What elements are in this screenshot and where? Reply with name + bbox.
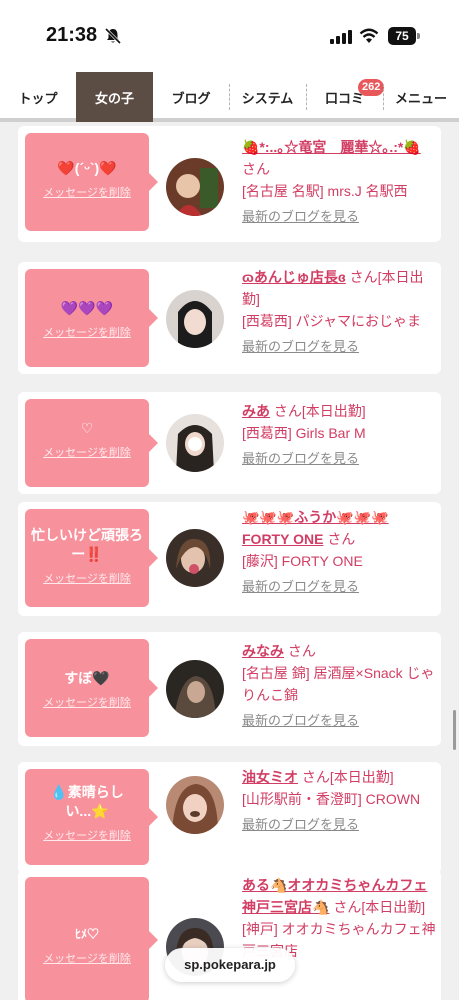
card-info: みあ さん[本日出勤] [西葛西] Girls Bar M 最新のブログを見る [242, 400, 436, 470]
honorific: さん [242, 161, 270, 177]
tab-reviews[interactable]: 口コミ 262 [306, 72, 385, 122]
card-info: ɷあんじゅ店長ɞ さん[本日出勤] [西葛西] パジャマにおじゃま 最新のブログ… [242, 266, 436, 358]
bell-muted-icon [104, 27, 122, 45]
tab-menu[interactable]: メニュー [383, 72, 459, 122]
avatar[interactable] [166, 414, 224, 472]
avatar[interactable] [166, 529, 224, 587]
girl-name-link[interactable]: ɷあんじゅ店長ɞ [242, 269, 346, 285]
attendance-status: [本日出勤] [329, 769, 394, 785]
latest-blog-link[interactable]: 最新のブログを見る [242, 448, 436, 470]
tab-girls[interactable]: 女の子 [76, 72, 153, 122]
list-item: 💜💜💜 メッセージを削除 ɷあんじゅ店長ɞ さん[本日出勤] [西葛西] パジャ… [18, 262, 441, 374]
status-bar: 21:38 75 [0, 0, 459, 72]
delete-message-link[interactable]: メッセージを削除 [25, 324, 149, 340]
message-text: ❤️(´ᵕ`)❤️ [57, 160, 117, 176]
tab-label: トップ [18, 90, 58, 106]
tab-label: システム [241, 90, 294, 106]
message-text: 💜💜💜 [60, 300, 114, 316]
attendance-status: [本日出勤] [301, 403, 366, 419]
card-info: 油女ミオ さん[本日出勤] [山形駅前・香澄町] CROWN 最新のブログを見る [242, 766, 436, 836]
shop-info: [山形駅前・香澄町] CROWN [242, 791, 421, 807]
message-text: 忙しいけど頑張ろー‼️ [31, 527, 143, 562]
shop-info: [西葛西] Girls Bar M [242, 425, 366, 441]
scrollbar-thumb[interactable] [453, 710, 456, 750]
card-info: みなみ さん [名古屋 錦] 居酒屋×Snack じゃりんこ錦 最新のブログを見… [242, 640, 436, 732]
shop-info: [名古屋 名駅] mrs.J 名駅西 [242, 183, 408, 199]
honorific: さん [287, 643, 316, 659]
shop-info: [名古屋 錦] 居酒屋×Snack じゃりんこ錦 [242, 665, 435, 703]
tab-top[interactable]: トップ [0, 72, 76, 122]
delete-message-link[interactable]: メッセージを削除 [25, 444, 149, 460]
avatar[interactable] [166, 290, 224, 348]
girl-name-link[interactable]: みなみ [242, 643, 284, 659]
tab-label: ブログ [171, 90, 211, 106]
honorific: さん [333, 899, 362, 915]
list-item: 忙しいけど頑張ろー‼️ メッセージを削除 🐙🐙🐙ふうか🐙🐙🐙FORTY ONE … [18, 502, 441, 616]
list-item: ♡ メッセージを削除 みあ さん[本日出勤] [西葛西] Girls Bar M… [18, 392, 441, 494]
status-time: 21:38 [46, 24, 98, 46]
battery-icon: 75 [388, 27, 420, 45]
tab-blog[interactable]: ブログ [153, 72, 229, 122]
nav-tabs: トップ 女の子 ブログ システム 口コミ 262 メニュー [0, 72, 459, 122]
message-bubble: すぼ🖤 メッセージを削除 [25, 639, 158, 737]
attendance-status: [本日出勤] [361, 899, 426, 915]
message-bubble: 忙しいけど頑張ろー‼️ メッセージを削除 [25, 509, 158, 607]
delete-message-link[interactable]: メッセージを削除 [25, 694, 149, 710]
delete-message-link[interactable]: メッセージを削除 [25, 827, 149, 843]
card-info: 🍓*:..｡☆竜宮 麗華☆｡.:*🍓 さん [名古屋 名駅] mrs.J 名駅西… [242, 136, 436, 228]
message-bubble: 💧素晴らしい...⭐️ メッセージを削除 [25, 769, 158, 865]
message-bubble: ﾋﾒ♡ メッセージを削除 [25, 877, 158, 1000]
message-text: ♡ [80, 420, 94, 436]
tab-label: 女の子 [94, 90, 134, 106]
delete-message-link[interactable]: メッセージを削除 [25, 570, 149, 586]
list-item: 💧素晴らしい...⭐️ メッセージを削除 油女ミオ さん[本日出勤] [山形駅前… [18, 762, 441, 874]
card-info: 🐙🐙🐙ふうか🐙🐙🐙FORTY ONE さん [藤沢] FORTY ONE 最新の… [242, 506, 436, 598]
honorific: さん [273, 403, 302, 419]
review-count-badge: 262 [358, 79, 385, 96]
message-text: 💧素晴らしい...⭐️ [50, 784, 124, 819]
latest-blog-link[interactable]: 最新のブログを見る [242, 336, 436, 358]
latest-blog-link[interactable]: 最新のブログを見る [242, 814, 436, 836]
latest-blog-link[interactable]: 最新のブログを見る [242, 710, 436, 732]
delete-message-link[interactable]: メッセージを削除 [25, 950, 149, 966]
latest-blog-link[interactable]: 最新のブログを見る [242, 576, 436, 598]
url-bar[interactable]: sp.pokepara.jp [165, 948, 295, 982]
message-text: ﾋﾒ♡ [74, 927, 99, 941]
message-bubble: ♡ メッセージを削除 [25, 399, 158, 487]
girl-name-link[interactable]: 🍓*:..｡☆竜宮 麗華☆｡.:*🍓 [242, 139, 421, 155]
list-item: ❤️(´ᵕ`)❤️ メッセージを削除 🍓*:..｡☆竜宮 麗華☆｡.:*🍓 さん… [18, 126, 441, 242]
avatar[interactable] [166, 660, 224, 718]
shop-info: [西葛西] パジャマにおじゃま [242, 313, 421, 329]
honorific: さん [327, 531, 356, 547]
tab-label: メニュー [394, 90, 447, 106]
list-item: すぼ🖤 メッセージを削除 みなみ さん [名古屋 錦] 居酒屋×Snack じゃ… [18, 632, 441, 746]
honorific: さん [349, 269, 378, 285]
signal-icon [330, 30, 352, 44]
wifi-icon [359, 28, 379, 43]
avatar[interactable] [166, 776, 224, 834]
tab-system[interactable]: システム [229, 72, 306, 122]
girl-name-link[interactable]: 🐙🐙🐙ふうか🐙🐙🐙FORTY ONE [242, 509, 389, 547]
avatar[interactable] [166, 158, 224, 216]
message-bubble: 💜💜💜 メッセージを削除 [25, 269, 158, 367]
message-bubble: ❤️(´ᵕ`)❤️ メッセージを削除 [25, 133, 158, 231]
latest-blog-link[interactable]: 最新のブログを見る [242, 206, 436, 228]
battery-level: 75 [388, 27, 416, 45]
delete-message-link[interactable]: メッセージを削除 [25, 184, 149, 200]
girl-name-link[interactable]: 油女ミオ [242, 769, 298, 785]
shop-info: [藤沢] FORTY ONE [242, 553, 363, 569]
honorific: さん [301, 769, 330, 785]
girl-name-link[interactable]: みあ [242, 403, 270, 419]
message-text: すぼ🖤 [64, 670, 110, 686]
